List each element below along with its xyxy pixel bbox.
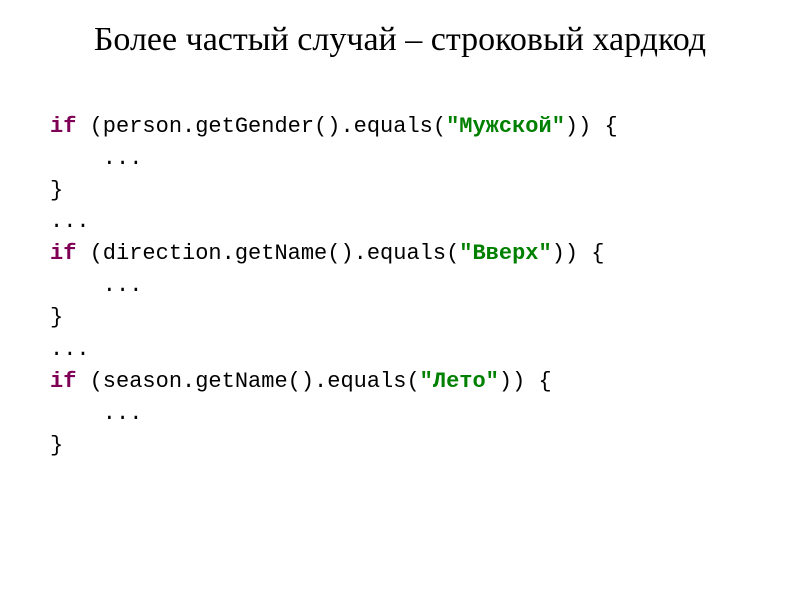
code-text: )) { [499,369,552,394]
keyword-if-3: if [50,369,76,394]
code-text: ... [50,209,90,234]
code-text: (season.getName().equals( [76,369,419,394]
code-text: (person.getGender().equals( [76,114,446,139]
string-literal-3: "Лето" [420,369,499,394]
code-text: ... [50,337,90,362]
code-text: )) { [565,114,618,139]
code-text: } [50,178,63,203]
code-text: (direction.getName().equals( [76,241,459,266]
code-text: } [50,433,63,458]
code-text: } [50,305,63,330]
string-literal-2: "Вверх" [459,241,551,266]
code-text: ... [50,273,142,298]
slide-title: Более частый случай – строковый хардкод [50,20,750,61]
code-text: ... [50,401,142,426]
keyword-if-1: if [50,114,76,139]
code-block: if (person.getGender().equals("Мужской")… [50,111,750,462]
keyword-if-2: if [50,241,76,266]
code-text: )) { [552,241,605,266]
string-literal-1: "Мужской" [446,114,565,139]
code-text: ... [50,146,142,171]
